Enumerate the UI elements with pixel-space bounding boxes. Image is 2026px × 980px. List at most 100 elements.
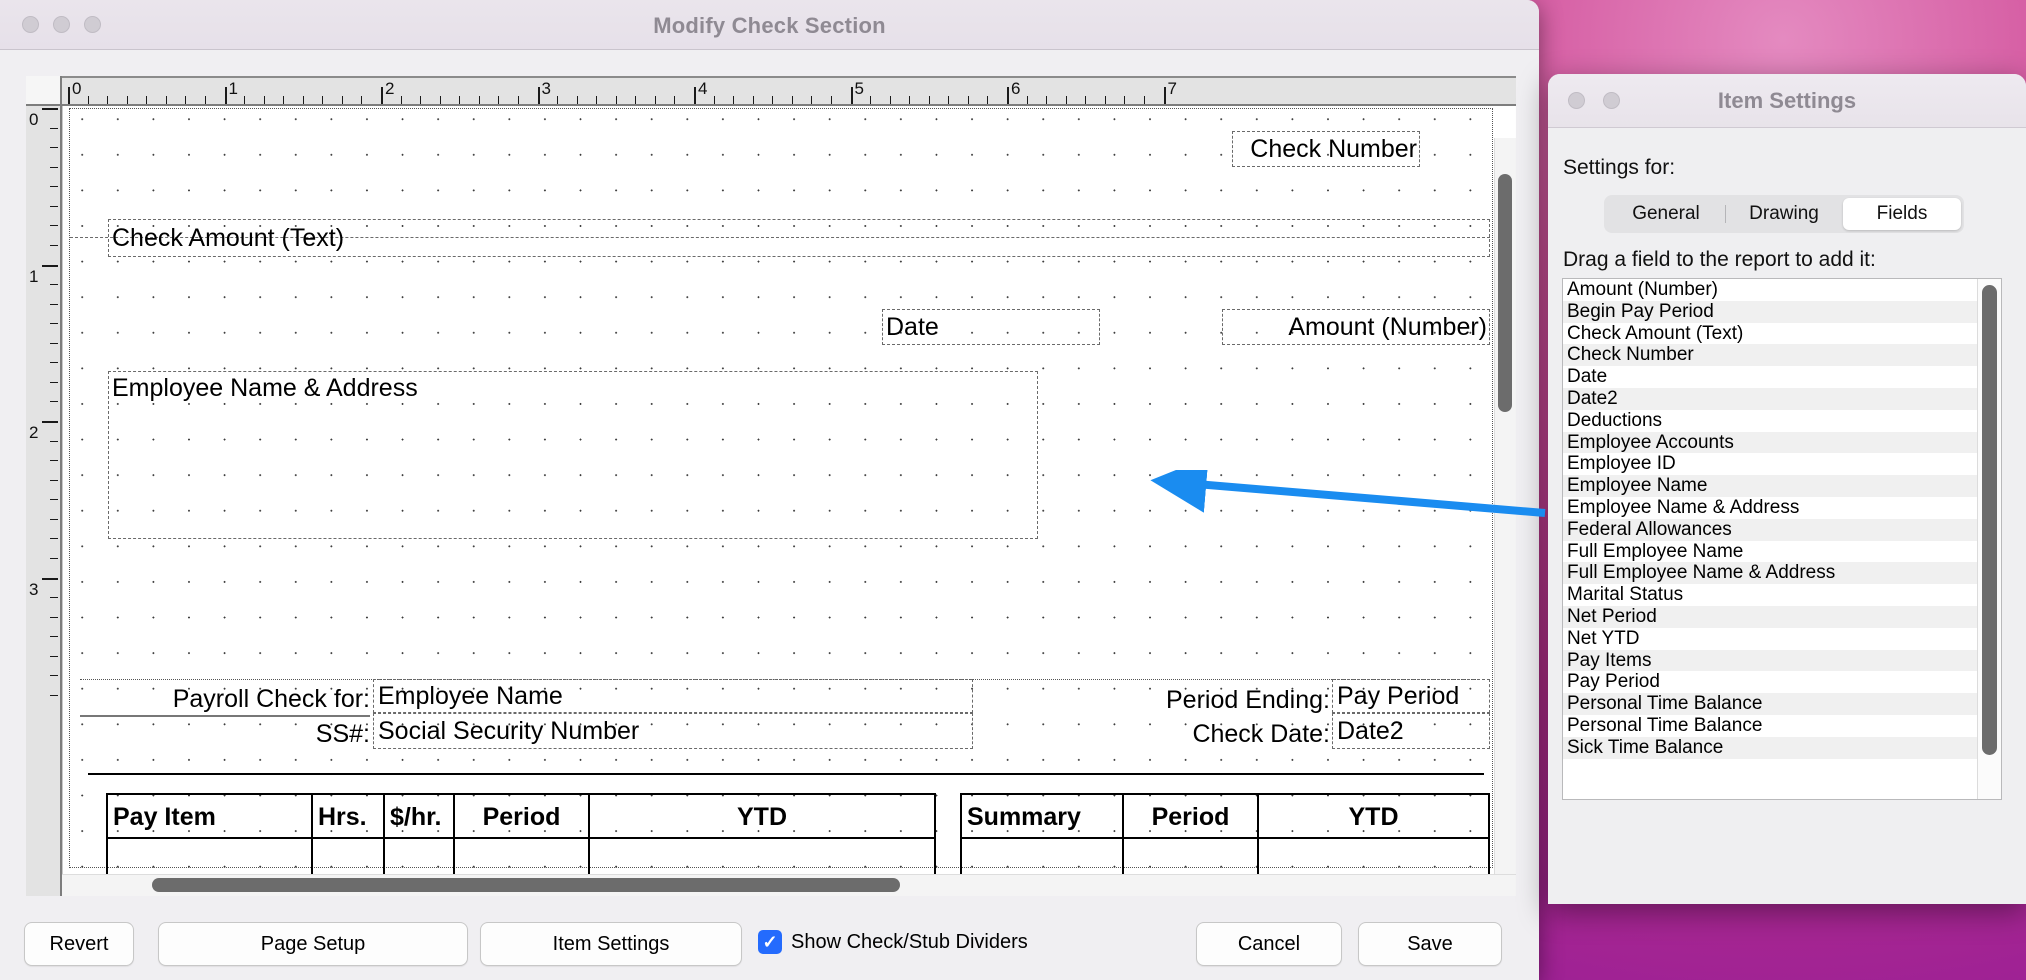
ruler-label: 6 [1011, 79, 1021, 98]
stub-ss-field[interactable]: Social Security Number [373, 713, 973, 749]
ruler-tick [50, 479, 58, 481]
ruler-label: 1 [228, 79, 238, 98]
field-list-item[interactable]: Begin Pay Period [1563, 300, 1977, 323]
ruler-label: 1 [29, 266, 39, 286]
ruler-tick [537, 87, 540, 104]
field-date-label: Date [886, 312, 939, 341]
field-list-item[interactable]: Full Employee Name & Address [1563, 562, 1977, 585]
ruler-tick [1085, 96, 1087, 104]
stub-date2-text: Date2 [1337, 716, 1404, 745]
document-scroll-viewport[interactable]: Check Number Check Amount (Text) Date Am… [62, 106, 1516, 896]
ruler-tick [400, 96, 402, 104]
summary-header-ytd: YTD [1259, 795, 1488, 839]
summary-table[interactable]: Summary Period YTD [960, 793, 1490, 883]
drag-field-hint: Drag a field to the report to add it: [1563, 248, 1876, 271]
ruler-tick [1124, 96, 1126, 104]
stub-employee-name-text: Employee Name [378, 681, 563, 710]
ruler-tick [50, 284, 58, 286]
field-list-item[interactable]: Federal Allowances [1563, 518, 1977, 541]
field-list-item[interactable]: Full Employee Name [1563, 540, 1977, 563]
vertical-ruler: 0 1 2 3 [26, 106, 62, 896]
field-list-item[interactable]: Check Number [1563, 344, 1977, 367]
field-list-item[interactable]: Personal Time Balance [1563, 693, 1977, 715]
page-setup-button[interactable]: Page Setup [158, 922, 468, 966]
field-check-number[interactable]: Check Number [1232, 131, 1420, 167]
field-list-item[interactable]: Sick Time Balance [1563, 736, 1977, 759]
horizontal-scrollbar-thumb[interactable] [152, 878, 900, 892]
field-check-amount-text[interactable]: Check Amount (Text) [108, 219, 1490, 257]
ruler-tick [517, 96, 519, 104]
field-list-item[interactable]: Personal Time Balance [1563, 714, 1977, 737]
field-list-item[interactable]: Pay Period [1563, 671, 1977, 694]
field-list-item[interactable]: Employee Accounts [1563, 431, 1977, 454]
ruler-tick [654, 96, 656, 104]
revert-button[interactable]: Revert [24, 922, 134, 966]
ruler-tick [850, 87, 853, 104]
stub-pay-period-field[interactable]: Pay Period [1332, 679, 1490, 713]
report-canvas-area[interactable]: 0 1 2 3 4 5 6 7 0 1 2 3 Check Number Check Amount … [26, 76, 1516, 896]
field-list-item[interactable]: Date [1563, 366, 1977, 388]
item-settings-titlebar: Item Settings [1548, 74, 2026, 128]
stub-check-date-label-text: Check Date: [1192, 719, 1330, 748]
ruler-tick [889, 96, 891, 104]
ruler-tick [50, 303, 58, 305]
field-list-item[interactable]: Employee Name & Address [1563, 496, 1977, 519]
item-settings-tabs[interactable]: General Drawing Fields [1604, 195, 1964, 233]
stub-period-ending-label-text: Period Ending: [1165, 685, 1330, 714]
pay-items-header-payitem: Pay Item [108, 795, 311, 839]
field-list-item[interactable]: Check Amount (Text) [1563, 322, 1977, 345]
ruler-tick [204, 96, 206, 104]
field-list-item[interactable]: Net Period [1563, 605, 1977, 628]
tab-fields[interactable]: Fields [1843, 198, 1961, 230]
check-layout-document[interactable]: Check Number Check Amount (Text) Date Am… [69, 108, 1493, 883]
field-list-item[interactable]: Net YTD [1563, 627, 1977, 650]
ruler-tick [50, 401, 58, 403]
summary-col-summary: Summary [962, 795, 1124, 881]
field-amount-number[interactable]: Amount (Number) [1222, 309, 1490, 345]
field-employee-name-address[interactable]: Employee Name & Address [108, 371, 1038, 539]
field-list-scrollbar-track[interactable] [1977, 279, 2001, 799]
pay-items-table[interactable]: Pay Item Hrs. $/hr. Period YTD [106, 793, 936, 883]
ruler-tick [107, 96, 109, 104]
horizontal-scrollbar-track[interactable] [62, 874, 1516, 896]
cancel-button[interactable]: Cancel [1196, 922, 1342, 966]
ruler-tick [68, 87, 70, 104]
ruler-tick [42, 264, 58, 267]
show-dividers-checkbox[interactable]: ✓ [758, 930, 782, 954]
ruler-tick [42, 421, 58, 423]
pay-items-header-ytd: YTD [590, 795, 934, 839]
settings-for-label: Settings for: [1563, 156, 1676, 179]
ruler-tick [50, 675, 58, 677]
modify-check-section-window: Modify Check Section 0 1 2 3 4 5 6 7 0 1 2 3 Check… [0, 0, 1539, 980]
ruler-label: 0 [72, 79, 82, 98]
stub-employee-name-field[interactable]: Employee Name [373, 679, 973, 713]
stub-date2-field[interactable]: Date2 [1332, 713, 1490, 749]
field-amount-number-label: Amount (Number) [1288, 312, 1487, 341]
field-list-item[interactable]: Deductions [1563, 409, 1977, 432]
field-list[interactable]: Amount (Number) Begin Pay Period Check Amo… [1562, 278, 2002, 800]
save-button[interactable]: Save [1358, 922, 1502, 966]
ruler-tick [1163, 87, 1166, 104]
field-list-item[interactable]: Date2 [1563, 387, 1977, 410]
field-list-scrollbar-thumb[interactable] [1982, 285, 1997, 755]
item-settings-button[interactable]: Item Settings [480, 922, 742, 966]
show-dividers-checkbox-group[interactable]: ✓ Show Check/Stub Dividers [758, 930, 1028, 954]
field-list-item[interactable]: Pay Items [1563, 649, 1977, 672]
pay-items-col-hrs: Hrs. [313, 795, 385, 881]
pay-items-header-hrs: Hrs. [313, 795, 383, 839]
field-date[interactable]: Date [882, 309, 1100, 345]
field-list-item[interactable]: Employee ID [1563, 453, 1977, 476]
vertical-scrollbar-track[interactable] [1494, 138, 1516, 874]
vertical-scrollbar-thumb[interactable] [1498, 174, 1512, 412]
stub-ss-label: SS#: [80, 717, 370, 751]
tab-general[interactable]: General [1607, 198, 1725, 230]
stub-period-ending-label: Period Ending: [1000, 683, 1330, 717]
ruler-tick [1026, 96, 1028, 104]
field-list-item[interactable]: Employee Name [1563, 475, 1977, 497]
tab-drawing[interactable]: Drawing [1725, 198, 1843, 230]
ruler-tick [50, 538, 58, 540]
field-list-item[interactable]: Amount (Number) [1563, 279, 1977, 301]
window-bottom-toolbar: Revert Page Setup Item Settings ✓ Show C… [0, 900, 1539, 980]
field-list-item[interactable]: Marital Status [1563, 584, 1977, 606]
summary-header-summary: Summary [962, 795, 1122, 839]
